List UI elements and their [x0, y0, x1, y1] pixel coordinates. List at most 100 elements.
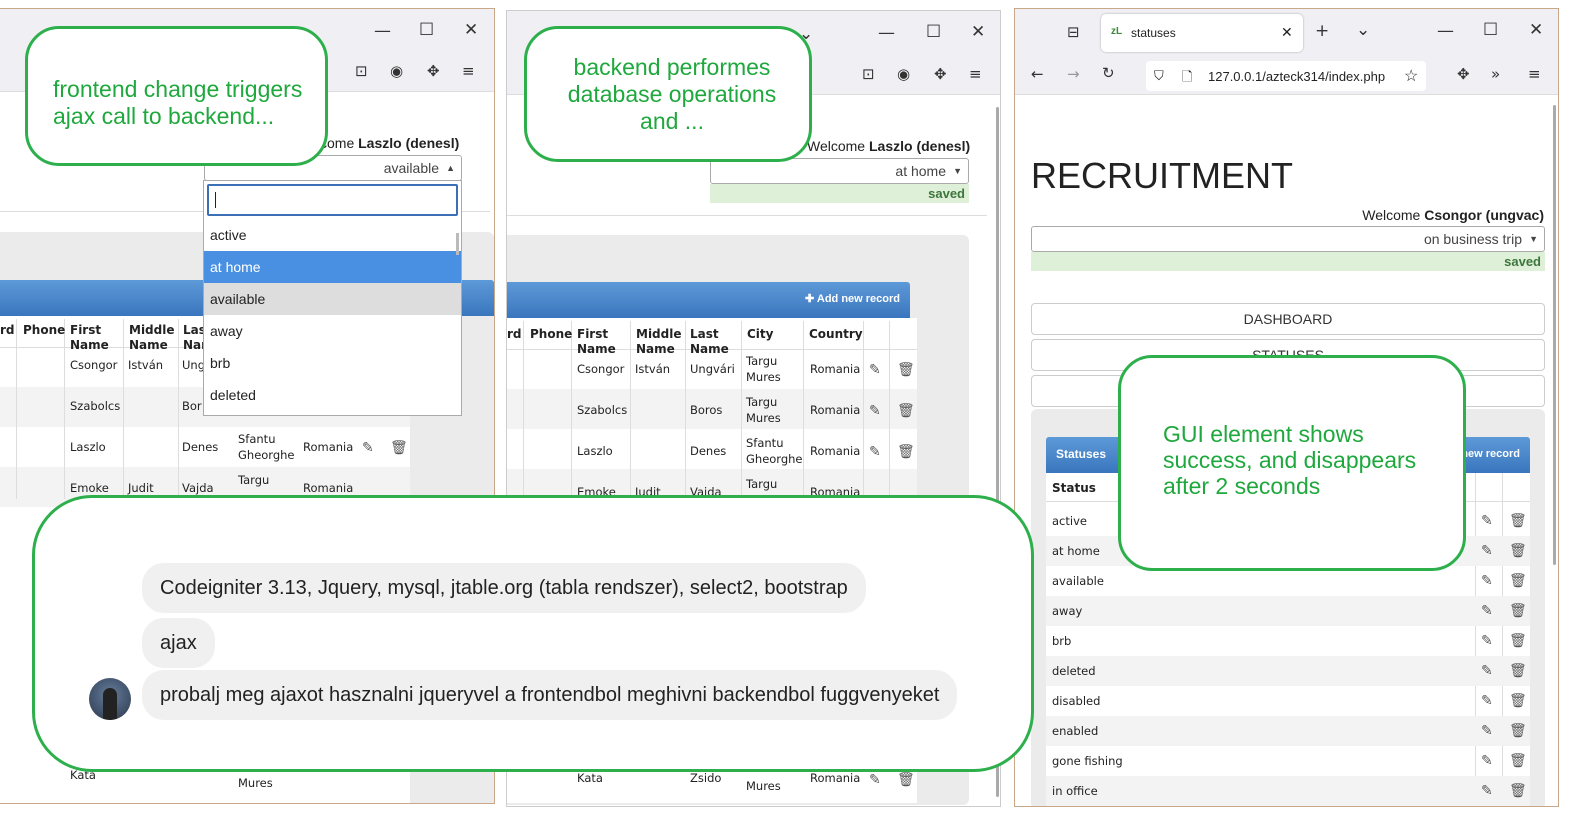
- maximize-icon[interactable]: ☐: [419, 22, 434, 39]
- edit-icon[interactable]: ✎: [1481, 784, 1493, 798]
- cell: Boros: [690, 403, 723, 417]
- edit-icon[interactable]: ✎: [1481, 724, 1493, 738]
- dropdown-option-highlighted[interactable]: at home: [204, 251, 461, 283]
- close-icon[interactable]: ✕: [971, 24, 985, 41]
- text-cursor: [215, 192, 216, 208]
- col-line: [123, 319, 124, 499]
- close-icon[interactable]: ✕: [1529, 22, 1543, 39]
- saved-indicator: saved: [1031, 252, 1545, 271]
- trash-icon[interactable]: 🗑: [1509, 514, 1527, 528]
- menu-icon[interactable]: ≡: [462, 64, 475, 79]
- edit-icon[interactable]: ✎: [1481, 574, 1493, 588]
- tab-list-icon[interactable]: ⊟: [1067, 25, 1080, 40]
- reload-icon[interactable]: ↻: [1102, 66, 1115, 81]
- table-title: Statuses: [1056, 447, 1107, 461]
- back-icon[interactable]: ←: [1031, 67, 1044, 82]
- menu-icon[interactable]: ≡: [1528, 67, 1541, 82]
- col-header: Last Name: [690, 327, 729, 356]
- edit-icon[interactable]: ✎: [1481, 544, 1493, 558]
- close-icon[interactable]: ✕: [464, 22, 478, 39]
- status-cell: available: [1052, 574, 1104, 588]
- account-icon[interactable]: ◉: [390, 64, 403, 79]
- callout-gui: GUI element shows success, and disappear…: [1118, 355, 1466, 571]
- edit-icon[interactable]: ✎: [869, 773, 881, 787]
- cell: Romania: [810, 403, 861, 417]
- edit-icon[interactable]: ✎: [1481, 514, 1493, 528]
- trash-icon[interactable]: 🗑: [897, 773, 915, 787]
- status-cell: active: [1052, 514, 1087, 528]
- trash-icon[interactable]: 🗑: [1509, 754, 1527, 768]
- new-tab-icon[interactable]: +: [1315, 23, 1329, 40]
- edit-icon[interactable]: ✎: [869, 363, 881, 377]
- minimize-icon[interactable]: —: [1437, 23, 1454, 40]
- minimize-icon[interactable]: —: [878, 25, 895, 42]
- minimize-icon[interactable]: —: [374, 23, 391, 40]
- maximize-icon[interactable]: ☐: [926, 24, 941, 41]
- status-select-value: at home: [895, 163, 946, 179]
- dropdown-scrollbar[interactable]: [456, 233, 459, 255]
- cell: Szabolcs: [577, 403, 628, 417]
- edit-icon[interactable]: ✎: [1481, 664, 1493, 678]
- extensions-icon[interactable]: ✥: [1457, 67, 1470, 82]
- edit-icon[interactable]: ✎: [1481, 604, 1493, 618]
- address-bar[interactable]: ⛉ 🗋 127.0.0.1/azteck314/index.php ☆: [1146, 61, 1426, 91]
- dropdown-search-input[interactable]: [207, 184, 458, 216]
- dropdown-option-selected[interactable]: available: [204, 283, 461, 315]
- dropdown-option[interactable]: deleted: [204, 379, 461, 411]
- col-line: [571, 321, 572, 501]
- edit-icon[interactable]: ✎: [1481, 694, 1493, 708]
- callout-text: backend performes database operations an…: [567, 54, 777, 134]
- chevron-down-icon[interactable]: ⌄: [1356, 22, 1370, 39]
- extensions-icon[interactable]: ✥: [934, 67, 947, 82]
- add-record-button[interactable]: ✚ Add new record: [805, 292, 900, 305]
- trash-icon[interactable]: 🗑: [1509, 634, 1527, 648]
- trash-icon[interactable]: 🗑: [1509, 574, 1527, 588]
- overflow-icon[interactable]: »: [1491, 67, 1500, 82]
- nav-dashboard-button[interactable]: DASHBOARD: [1031, 303, 1545, 335]
- tab-close-icon[interactable]: ✕: [1281, 24, 1293, 41]
- trash-icon[interactable]: 🗑: [1509, 724, 1527, 738]
- dropdown-option[interactable]: active: [204, 219, 461, 251]
- edit-icon[interactable]: ✎: [1481, 634, 1493, 648]
- trash-icon[interactable]: 🗑: [1509, 544, 1527, 558]
- trash-icon[interactable]: 🗑: [897, 404, 915, 418]
- cell: Denes: [690, 444, 727, 458]
- saved-indicator: saved: [710, 184, 969, 203]
- menu-icon[interactable]: ≡: [969, 67, 982, 82]
- page-scrollbar[interactable]: [1553, 105, 1556, 565]
- dropdown-option[interactable]: away: [204, 315, 461, 347]
- browser-tab[interactable]: zL statuses ✕: [1101, 14, 1303, 52]
- edit-icon[interactable]: ✎: [869, 404, 881, 418]
- callout-text: GUI element shows success, and disappear…: [1163, 421, 1417, 499]
- col-line: [685, 321, 686, 501]
- bookmark-star-icon[interactable]: ☆: [1404, 66, 1418, 86]
- pocket-icon[interactable]: ⊡: [355, 64, 368, 79]
- extensions-icon[interactable]: ✥: [427, 64, 440, 79]
- cell: Vajda: [182, 481, 214, 495]
- pocket-icon[interactable]: ⊡: [862, 67, 875, 82]
- chat-message: probalj meg ajaxot hasznalni jqueryvel a…: [142, 670, 958, 720]
- trash-icon[interactable]: 🗑: [390, 441, 408, 455]
- dropdown-option[interactable]: brb: [204, 347, 461, 379]
- maximize-icon[interactable]: ☐: [1483, 22, 1498, 39]
- trash-icon[interactable]: 🗑: [1509, 694, 1527, 708]
- trash-icon[interactable]: 🗑: [897, 363, 915, 377]
- trash-icon[interactable]: 🗑: [897, 445, 915, 459]
- edit-icon[interactable]: ✎: [1481, 754, 1493, 768]
- chat-message: Codeigniter 3.13, Jquery, mysql, jtable.…: [142, 563, 866, 613]
- forward-icon[interactable]: →: [1067, 67, 1080, 82]
- chevron-down-icon: ▼: [953, 166, 962, 176]
- callout-backend: backend performes database operations an…: [524, 26, 812, 162]
- col-line: [630, 321, 631, 501]
- add-record-button[interactable]: new record: [1461, 448, 1520, 460]
- trash-icon[interactable]: 🗑: [1509, 664, 1527, 678]
- cell: Csongor: [70, 358, 118, 372]
- trash-icon[interactable]: 🗑: [1509, 784, 1527, 798]
- status-select[interactable]: on business trip ▼: [1031, 226, 1545, 252]
- edit-icon[interactable]: ✎: [362, 441, 374, 455]
- cell: István: [635, 362, 671, 376]
- account-icon[interactable]: ◉: [897, 67, 910, 82]
- chat-message: ajax: [142, 618, 215, 668]
- trash-icon[interactable]: 🗑: [1509, 604, 1527, 618]
- edit-icon[interactable]: ✎: [869, 445, 881, 459]
